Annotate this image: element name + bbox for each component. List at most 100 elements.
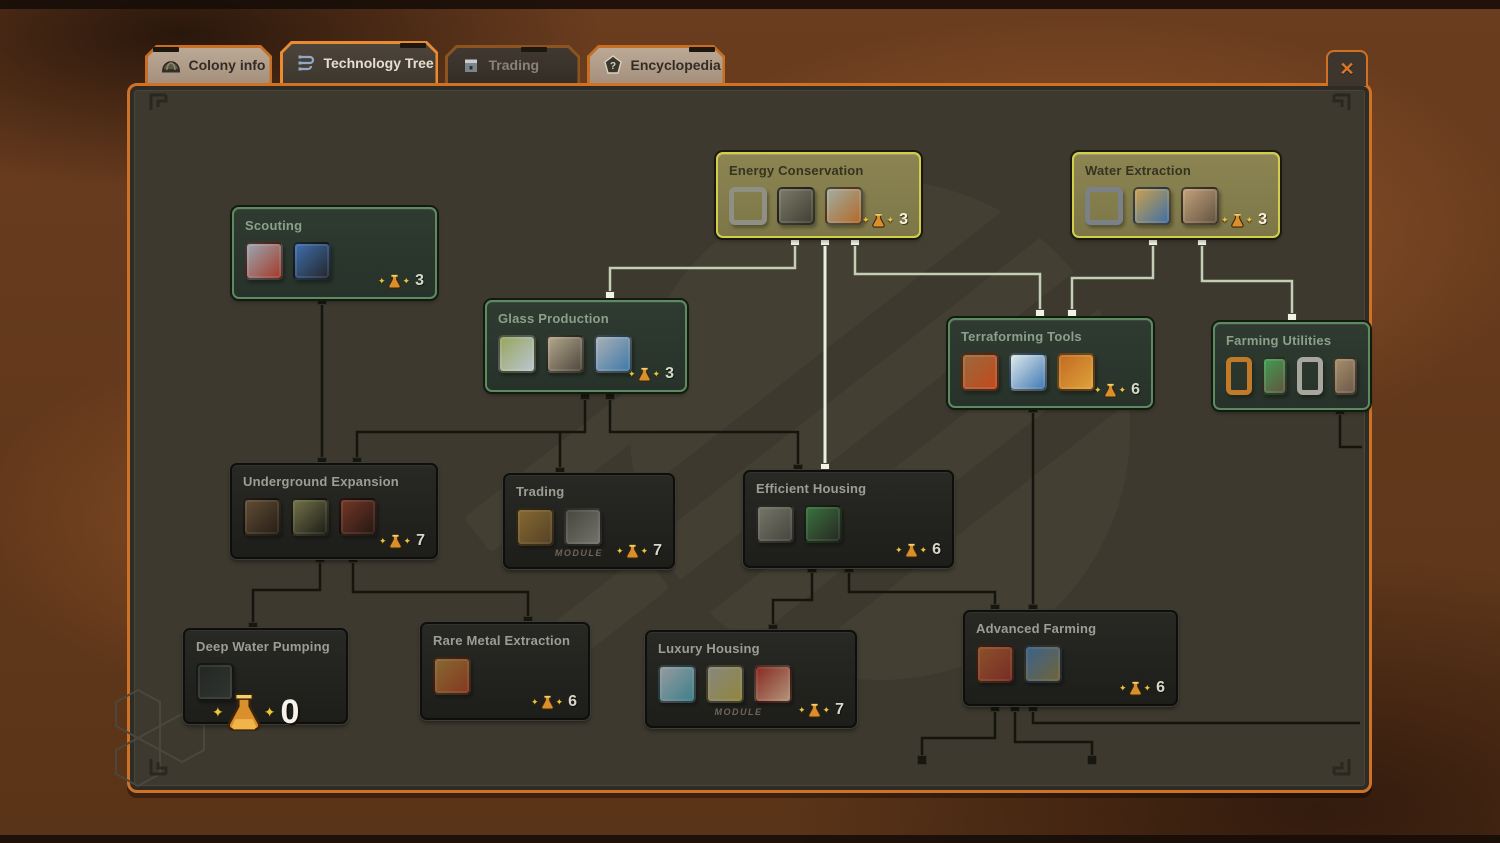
- battery-unit-icon: [825, 187, 863, 225]
- solar-panel-icon: [777, 187, 815, 225]
- hydroponics-grid-icon: [1024, 645, 1062, 683]
- spark-icon: ✦: [1221, 216, 1229, 225]
- research-cost: ✦ ✦ 3: [628, 365, 674, 383]
- tech-node-title: Advanced Farming: [976, 621, 1165, 636]
- antenna-habitat-icon: [804, 505, 842, 543]
- tech-node-farming-utilities[interactable]: Farming Utilities: [1213, 322, 1370, 410]
- spark-icon: ✦: [403, 277, 411, 286]
- spark-icon: ✦: [895, 546, 903, 555]
- research-cost: ✦ ✦ 3: [378, 272, 424, 290]
- tech-node-water-extraction[interactable]: Water Extraction✦✦3: [1072, 152, 1280, 238]
- tab-notch: [689, 47, 715, 52]
- research-cost-value: 6: [568, 693, 577, 711]
- tab-label: Colony info: [189, 57, 266, 73]
- spark-icon: ✦: [379, 537, 387, 546]
- trade-depot-icon: [516, 508, 554, 546]
- science-flask-icon: [388, 534, 403, 549]
- tab-notch: [400, 43, 426, 48]
- harvester-icon: [976, 645, 1014, 683]
- close-button[interactable]: ✕: [1326, 50, 1368, 86]
- tech-node-rare-metal-extraction[interactable]: Rare Metal Extraction ✦ ✦ 6: [420, 622, 590, 720]
- tab-notch: [153, 47, 179, 52]
- water-extractor-icon: [1133, 187, 1171, 225]
- tab-face: Technology Tree: [283, 44, 436, 84]
- scout-rover-icon: [245, 242, 283, 280]
- research-cost-value: 3: [1258, 211, 1267, 229]
- ore-extractor-icon: [433, 657, 471, 695]
- spark-icon: ✦: [823, 706, 831, 715]
- spark-icon: ✦: [616, 547, 624, 556]
- magma-vent-icon: [339, 498, 377, 536]
- science-flask-icon: [540, 695, 555, 710]
- tech-node-terraforming-tools[interactable]: Terraforming Tools✦✦6: [948, 318, 1153, 408]
- research-cost-value: 6: [1131, 381, 1140, 399]
- scout-drone-icon: [293, 242, 331, 280]
- trading-icon: [461, 55, 481, 75]
- science-flask-icon: [807, 703, 822, 718]
- tech-node-luxury-housing[interactable]: Luxury HousingMODULE✦✦7: [645, 630, 857, 728]
- tech-node-icons: [196, 663, 335, 701]
- research-cost: ✦ ✦ 6: [531, 693, 577, 711]
- tab-shape: Trading: [445, 45, 580, 83]
- tab-notch: [521, 47, 547, 52]
- tech-node-efficient-housing[interactable]: Efficient Housing✦✦6: [743, 470, 954, 568]
- science-flask-icon: [637, 367, 652, 382]
- tech-node-title: Luxury Housing: [658, 641, 844, 656]
- tech-node-icons: [1226, 357, 1357, 395]
- tab-label: Technology Tree: [324, 55, 434, 71]
- tab-face: ? Encyclopedia: [590, 48, 723, 84]
- research-cost-value: 3: [899, 211, 908, 229]
- tech-node-scouting[interactable]: Scouting✦✦3: [232, 207, 437, 299]
- research-cost-value: 3: [665, 365, 674, 383]
- tech-node-title: Trading: [516, 484, 662, 499]
- drill-rig-icon: [961, 353, 999, 391]
- research-cost-value: 3: [415, 272, 424, 290]
- tab-trading[interactable]: Trading: [445, 45, 580, 83]
- spark-icon: ✦: [378, 277, 386, 286]
- research-cost-value: 6: [932, 541, 941, 559]
- science-flask-icon: [904, 543, 919, 558]
- tab-shape: Colony info: [145, 45, 272, 83]
- research-cost: ✦✦3: [862, 211, 908, 229]
- tab-label: Encyclopedia: [631, 57, 721, 73]
- tech-node-advanced-farming[interactable]: Advanced Farming✦✦6: [963, 610, 1178, 706]
- compact-dome-icon: [756, 505, 794, 543]
- tech-node-icons: [433, 657, 577, 695]
- encyclopedia-icon: ?: [603, 55, 623, 75]
- spark-icon: ✦: [887, 216, 895, 225]
- tech-node-underground-expansion[interactable]: Underground Expansion✦✦7: [230, 463, 438, 559]
- science-flask-icon: [387, 274, 402, 289]
- science-flask-icon: [871, 213, 886, 228]
- glass-kiln-icon: [594, 335, 632, 373]
- spark-icon: ✦: [1094, 386, 1102, 395]
- habitat-module-icon: [706, 665, 744, 703]
- science-flask-icon: [387, 274, 402, 289]
- tech-node-title: Rare Metal Extraction: [433, 633, 577, 648]
- tab-technology-tree[interactable]: Technology Tree: [280, 41, 438, 83]
- spark-icon: ✦: [628, 370, 636, 379]
- tech-node-trading[interactable]: TradingMODULE✦✦7: [503, 473, 675, 569]
- deep-pump-icon: [196, 663, 234, 701]
- tech-tree-canvas[interactable]: Scouting✦✦3Energy Conservation✦✦3Water E…: [0, 0, 1500, 843]
- spark-icon: ✦: [1144, 684, 1152, 693]
- tech-node-icons: [516, 508, 662, 546]
- science-flask-icon: [807, 703, 822, 718]
- seed-pod-icon: [1333, 357, 1357, 395]
- research-cost: ✦✦6: [1094, 381, 1140, 399]
- tech-node-deep-water-pumping[interactable]: Deep Water Pumping: [183, 628, 348, 724]
- svg-text:?: ?: [609, 61, 615, 72]
- tech-node-title: Terraforming Tools: [961, 329, 1140, 344]
- spark-icon: ✦: [531, 698, 539, 707]
- spark-icon: ✦: [798, 706, 806, 715]
- science-flask-icon: [1230, 213, 1245, 228]
- spark-icon: ✦: [653, 370, 661, 379]
- tech-node-energy-conservation[interactable]: Energy Conservation✦✦3: [716, 152, 921, 238]
- science-flask-icon: [625, 544, 640, 559]
- tab-encyclopedia[interactable]: ? Encyclopedia: [587, 45, 725, 83]
- tech-node-icons: [976, 645, 1165, 683]
- spark-icon: ✦: [556, 698, 564, 707]
- glass-furnace-icon: [546, 335, 584, 373]
- tab-colony-info[interactable]: Colony info: [145, 45, 272, 83]
- science-flask-icon: [1128, 681, 1143, 696]
- tech-node-glass-production[interactable]: Glass Production✦✦3: [485, 300, 687, 392]
